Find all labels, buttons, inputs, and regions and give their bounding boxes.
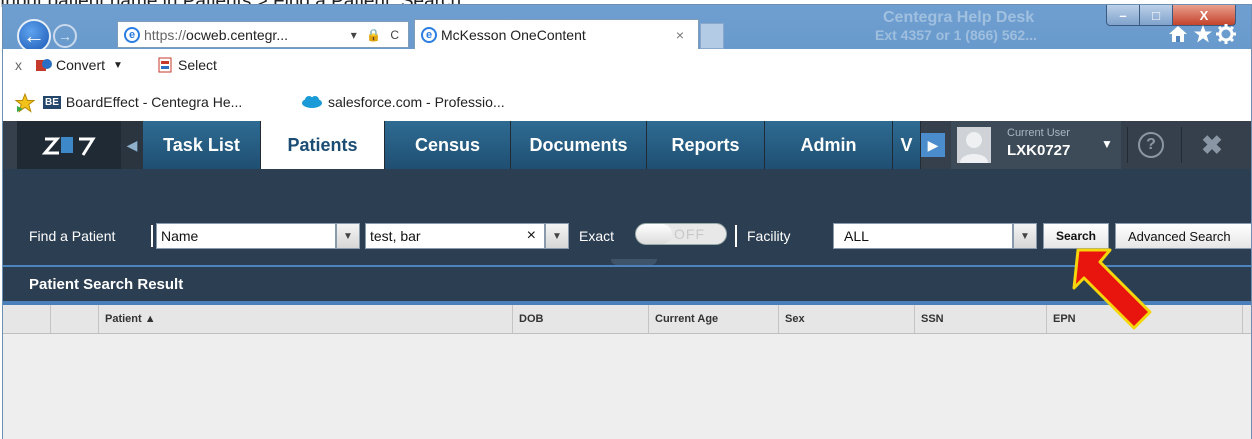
convert-label: Convert xyxy=(56,57,106,73)
divider xyxy=(735,225,737,247)
tab-reports[interactable]: Reports xyxy=(647,121,765,169)
current-user-id: LXK0727 xyxy=(1007,142,1071,159)
column-dob[interactable]: DOB xyxy=(513,305,649,333)
close-icon: ✖ xyxy=(1201,129,1223,160)
nav-scroll-right-icon[interactable]: ▶ xyxy=(921,133,945,157)
toggle-knob xyxy=(636,224,672,244)
help-button[interactable]: ? xyxy=(1127,127,1174,163)
exact-label: Exact xyxy=(579,228,615,244)
current-user-caption: Current User xyxy=(1007,127,1070,139)
favorites-star-icon[interactable] xyxy=(1193,24,1213,44)
tab-task-list[interactable]: Task List xyxy=(143,121,261,169)
chevron-down-icon: ▼ xyxy=(552,230,562,242)
column-ssn[interactable]: SSN xyxy=(915,305,1047,333)
favorite-link-boardeffect[interactable]: BE BoardEffect - Centegra He... xyxy=(43,94,242,110)
minimize-button[interactable]: – xyxy=(1106,5,1140,26)
salesforce-cloud-icon xyxy=(302,96,322,108)
favorite-link-salesforce[interactable]: salesforce.com - Professio... xyxy=(301,94,505,110)
favorites-star-add-icon[interactable] xyxy=(15,93,35,113)
boardeffect-icon: BE xyxy=(43,95,61,109)
address-controls[interactable]: ▾ 🔒 C xyxy=(351,28,402,42)
facility-dropdown[interactable]: ▼ xyxy=(1013,223,1037,249)
chevron-down-icon: ▼ xyxy=(343,230,353,242)
collapse-handle[interactable] xyxy=(611,259,657,265)
patient-search-bar xyxy=(3,169,1251,265)
ie-icon: e xyxy=(124,26,140,43)
gear-icon[interactable] xyxy=(1216,24,1236,44)
convert-icon xyxy=(36,59,52,71)
tab-admin[interactable]: Admin xyxy=(765,121,893,169)
field-type-dropdown[interactable]: ▼ xyxy=(336,223,360,249)
facility-label: Facility xyxy=(747,228,791,244)
maximize-button[interactable]: □ xyxy=(1139,5,1173,26)
results-title: Patient Search Result xyxy=(29,275,184,293)
app-navigation: ◀ Task List Patients Census Documents Re… xyxy=(3,121,1251,169)
column-patient[interactable]: Patient ▲ xyxy=(99,305,513,333)
select-label: Select xyxy=(178,57,217,73)
home-icon[interactable] xyxy=(1168,25,1188,43)
background-text: Ext 4357 or 1 (866) 562... xyxy=(875,27,1037,43)
tab-census[interactable]: Census xyxy=(385,121,511,169)
find-a-patient-label: Find a Patient xyxy=(29,228,116,244)
column-select[interactable] xyxy=(17,305,51,333)
favorite-label: salesforce.com - Professio... xyxy=(328,94,505,110)
column-icon[interactable] xyxy=(51,305,99,333)
select-icon xyxy=(158,57,172,73)
annotation-arrow-icon xyxy=(1072,248,1152,330)
patient-name-input[interactable]: test, bar × xyxy=(365,223,545,249)
clear-icon[interactable]: × xyxy=(527,227,536,245)
forward-button[interactable]: → xyxy=(53,24,77,48)
close-window-button[interactable]: X xyxy=(1172,5,1236,26)
forward-arrow-icon: → xyxy=(58,28,72,44)
tab-title: McKesson OneContent xyxy=(441,26,586,43)
browser-window: Centegra Help Desk Ext 4357 or 1 (866) 5… xyxy=(2,4,1252,439)
dropdown-arrow-icon: ▼ xyxy=(113,59,123,71)
tab-patients[interactable]: Patients xyxy=(261,121,385,169)
column-current-age[interactable]: Current Age xyxy=(649,305,779,333)
results-column-header: Patient ▲ DOB Current Age Sex SSN EPN xyxy=(3,305,1251,334)
name-dropdown[interactable]: ▼ xyxy=(545,223,569,249)
new-tab-button[interactable] xyxy=(700,23,724,49)
exact-toggle[interactable]: OFF xyxy=(635,223,727,245)
help-icon: ? xyxy=(1138,132,1164,158)
results-list xyxy=(3,334,1251,439)
current-user-menu[interactable]: Current User LXK0727 ▼ xyxy=(951,121,1121,169)
avatar-icon xyxy=(957,127,991,163)
patient-name-value: test, bar xyxy=(370,228,421,244)
toggle-state: OFF xyxy=(674,226,705,242)
column-sex[interactable]: Sex xyxy=(779,305,915,333)
search-field-type-select[interactable]: Name xyxy=(156,223,336,249)
ie-icon: e xyxy=(421,26,437,43)
convert-button[interactable]: Convert ▼ xyxy=(35,57,123,73)
tab-close-icon[interactable]: × xyxy=(676,27,684,43)
back-button[interactable]: ← xyxy=(17,19,51,53)
results-header: Patient Search Result xyxy=(3,267,1251,301)
tab-documents[interactable]: Documents xyxy=(511,121,647,169)
favorite-label: BoardEffect - Centegra He... xyxy=(65,94,243,110)
tab-v[interactable]: V xyxy=(893,121,921,169)
browser-tab[interactable]: e McKesson OneContent × xyxy=(414,19,699,49)
address-bar[interactable]: e https:// ocweb.centegr... ▾ 🔒 C xyxy=(117,21,409,48)
toolbar-close-icon[interactable]: x xyxy=(15,57,22,73)
chevron-down-icon: ▼ xyxy=(1020,230,1030,242)
exit-app-button[interactable]: ✖ xyxy=(1181,127,1242,163)
background-text: Centegra Help Desk xyxy=(883,9,1035,26)
favorites-bar: BE BoardEffect - Centegra He... salesfor… xyxy=(3,85,1251,121)
convert-toolbar: x Convert ▼ Select xyxy=(3,49,1251,85)
logo-icon xyxy=(41,137,96,156)
app-logo xyxy=(17,121,121,169)
facility-select[interactable]: ALL xyxy=(833,223,1013,249)
url-scheme: https:// xyxy=(144,26,187,43)
url-host: ocweb.centegr... xyxy=(186,26,288,43)
nav-scroll-left-icon[interactable]: ◀ xyxy=(121,121,143,169)
chevron-down-icon: ▼ xyxy=(1101,137,1113,151)
select-button[interactable]: Select xyxy=(157,57,217,73)
divider xyxy=(151,225,153,247)
back-arrow-icon: ← xyxy=(23,23,45,48)
